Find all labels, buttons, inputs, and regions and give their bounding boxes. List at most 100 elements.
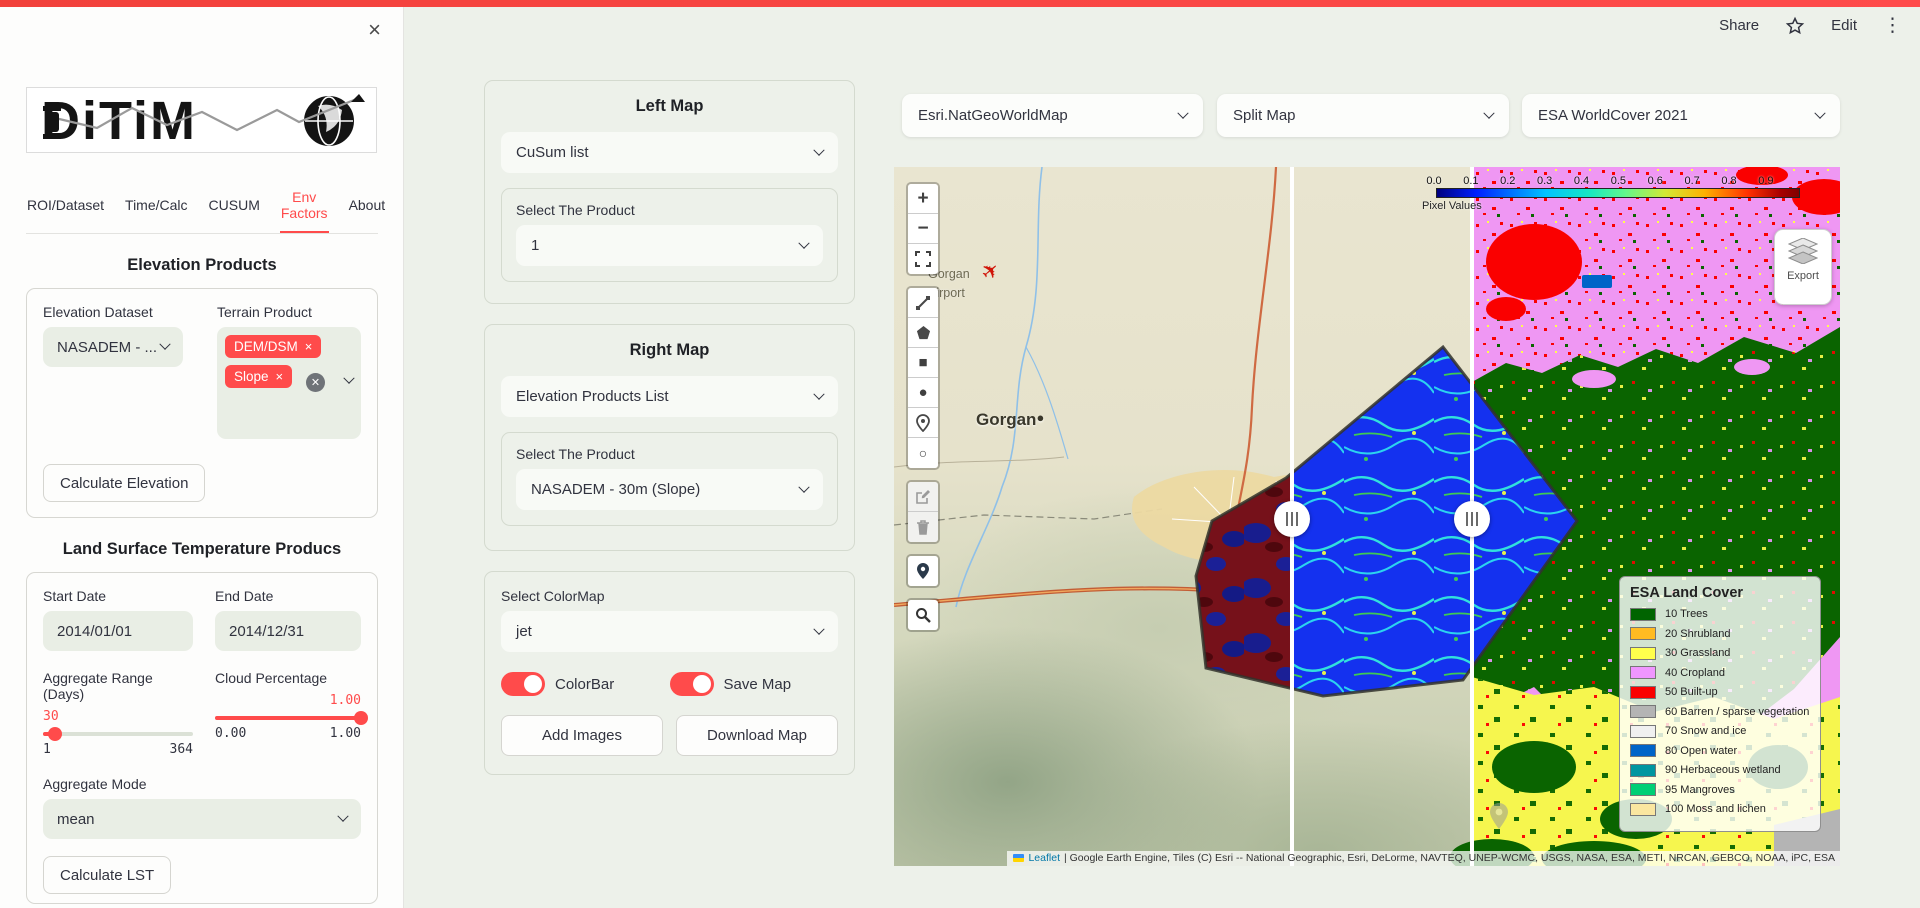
terrain-chip[interactable]: Slope × (225, 365, 292, 388)
zoom-in-icon[interactable]: + (908, 184, 938, 214)
edit-layers-icon[interactable] (908, 482, 938, 512)
aggregate-range-max: 364 (170, 742, 193, 757)
basemap-select[interactable]: Esri.NatGeoWorldMap (902, 94, 1203, 137)
overflow-menu-icon[interactable]: ⋮ (1883, 14, 1902, 37)
chevron-down-icon (1177, 107, 1188, 118)
pixel-values-colorbar: 0.00.10.20.30.40.50.60.70.80.9 Pixel Val… (1422, 175, 1804, 212)
cloud-percentage-slider[interactable] (215, 716, 361, 720)
draw-polygon-icon[interactable] (908, 318, 938, 348)
elevation-dataset-select[interactable]: NASADEM - ... (43, 327, 183, 367)
slider-thumb[interactable] (354, 711, 368, 725)
legend-swatch (1630, 764, 1656, 777)
map-toolbar: + − ■ ● ○ (906, 182, 940, 642)
aggregate-mode-label: Aggregate Mode (43, 776, 361, 792)
city-label: Gorgan● (976, 410, 1044, 430)
chevron-down-icon (159, 339, 170, 350)
map-mode-select[interactable]: Split Map (1217, 94, 1509, 137)
sidebar-tab[interactable]: Time/Calc (124, 183, 189, 233)
calculate-lst-button[interactable]: Calculate LST (43, 856, 171, 894)
add-images-button[interactable]: Add Images (501, 715, 663, 756)
slider-thumb[interactable] (48, 727, 62, 741)
colorbar-title: Pixel Values (1422, 200, 1804, 212)
favorite-star-icon[interactable] (1785, 16, 1805, 36)
chevron-down-icon[interactable] (343, 373, 354, 384)
draw-circlemarker-icon[interactable]: ○ (908, 438, 938, 468)
legend-swatch (1630, 725, 1656, 738)
colorbar-tick: 0.4 (1570, 175, 1594, 187)
savemap-toggle-label: Save Map (724, 676, 792, 693)
right-map-source-select[interactable]: Elevation Products List (501, 376, 838, 417)
leaflet-link[interactable]: Leaflet (1028, 852, 1060, 864)
start-date-input[interactable]: 2014/01/01 (43, 611, 193, 651)
draw-rectangle-icon[interactable]: ■ (908, 348, 938, 378)
select-product-label: Select The Product (516, 202, 823, 218)
sidebar-tab[interactable]: ROI/Dataset (26, 183, 105, 233)
zoom-out-icon[interactable]: − (908, 214, 938, 244)
legend-item: 100 Moss and lichen (1630, 802, 1810, 816)
draw-polyline-icon[interactable] (908, 288, 938, 318)
search-icon[interactable] (908, 600, 938, 630)
colormap-select[interactable]: jet (501, 611, 838, 652)
colorbar-tick: 0.3 (1533, 175, 1557, 187)
split-handle-left[interactable] (1274, 501, 1310, 537)
chevron-down-icon (1814, 107, 1825, 118)
export-button-label[interactable]: Export (1787, 270, 1819, 282)
legend-swatch (1630, 783, 1656, 796)
overlay-select[interactable]: ESA WorldCover 2021 (1522, 94, 1840, 137)
split-handle-right[interactable] (1454, 501, 1490, 537)
draw-circle-icon[interactable]: ● (908, 378, 938, 408)
right-map-title: Right Map (501, 341, 838, 360)
end-date-input[interactable]: 2014/12/31 (215, 611, 361, 651)
chip-remove-icon[interactable]: × (276, 369, 284, 384)
chip-remove-icon[interactable]: × (305, 339, 313, 354)
right-map-panel: Right Map Elevation Products List Select… (484, 324, 855, 551)
aggregate-range-value: 30 (43, 709, 193, 724)
legend-swatch (1630, 647, 1656, 660)
colorbar-toggle-label: ColorBar (555, 676, 614, 693)
share-button[interactable]: Share (1719, 17, 1759, 34)
sidebar-tab[interactable]: CUSUM (208, 183, 261, 233)
colorbar-tick: 0.6 (1643, 175, 1667, 187)
draw-marker-icon[interactable] (908, 408, 938, 438)
terrain-product-label: Terrain Product (217, 304, 361, 320)
savemap-toggle[interactable] (670, 672, 714, 696)
place-marker-icon[interactable] (908, 556, 938, 586)
cloud-percentage-max: 1.00 (330, 726, 361, 741)
aggregate-mode-select[interactable]: mean (43, 799, 361, 839)
terrain-product-multiselect[interactable]: DEM/DSM × Slope × ✕ (217, 327, 361, 439)
legend-item: 95 Mangroves (1630, 783, 1810, 797)
start-date-label: Start Date (43, 588, 193, 604)
legend-swatch (1630, 744, 1656, 757)
download-map-button[interactable]: Download Map (676, 715, 838, 756)
right-map-product-select[interactable]: NASADEM - 30m (Slope) (516, 469, 823, 510)
colorbar-toggle[interactable] (501, 672, 545, 696)
attribution-text: | Google Earth Engine, Tiles (C) Esri --… (1064, 852, 1835, 864)
aggregate-range-slider[interactable] (43, 732, 193, 736)
delete-layers-icon[interactable] (908, 512, 938, 542)
chevron-down-icon (813, 623, 824, 634)
elevation-dataset-label: Elevation Dataset (43, 304, 195, 320)
sidebar-close-icon[interactable]: × (368, 19, 381, 41)
legend-item: 20 Shrubland (1630, 627, 1810, 641)
split-map[interactable]: Gorgan Airport ✈ Gorgan● + − (894, 167, 1840, 866)
left-map-product-card: Select The Product 1 (501, 188, 838, 282)
legend-swatch (1630, 666, 1656, 679)
terrain-chip[interactable]: DEM/DSM × (225, 335, 321, 358)
layers-control[interactable]: Export (1774, 229, 1832, 305)
chevron-down-icon (813, 144, 824, 155)
calculate-elevation-button[interactable]: Calculate Elevation (43, 464, 205, 502)
left-map-source-select[interactable]: CuSum list (501, 132, 838, 173)
elevation-card: Elevation Dataset NASADEM - ... Terrain … (26, 288, 378, 518)
sidebar-tab[interactable]: Env Factors (280, 183, 329, 233)
colorbar-gradient (1436, 188, 1800, 198)
edit-button[interactable]: Edit (1831, 17, 1857, 34)
clear-all-icon[interactable]: ✕ (306, 373, 325, 392)
left-map-product-select[interactable]: 1 (516, 225, 823, 266)
left-map-title: Left Map (501, 97, 838, 116)
fullscreen-icon[interactable] (908, 244, 938, 274)
sidebar-tab[interactable]: About (348, 183, 387, 233)
select-product-label: Select The Product (516, 446, 823, 462)
cloud-percentage-value: 1.00 (215, 693, 361, 708)
leaflet-flag-icon (1013, 854, 1024, 862)
chevron-down-icon (798, 237, 809, 248)
